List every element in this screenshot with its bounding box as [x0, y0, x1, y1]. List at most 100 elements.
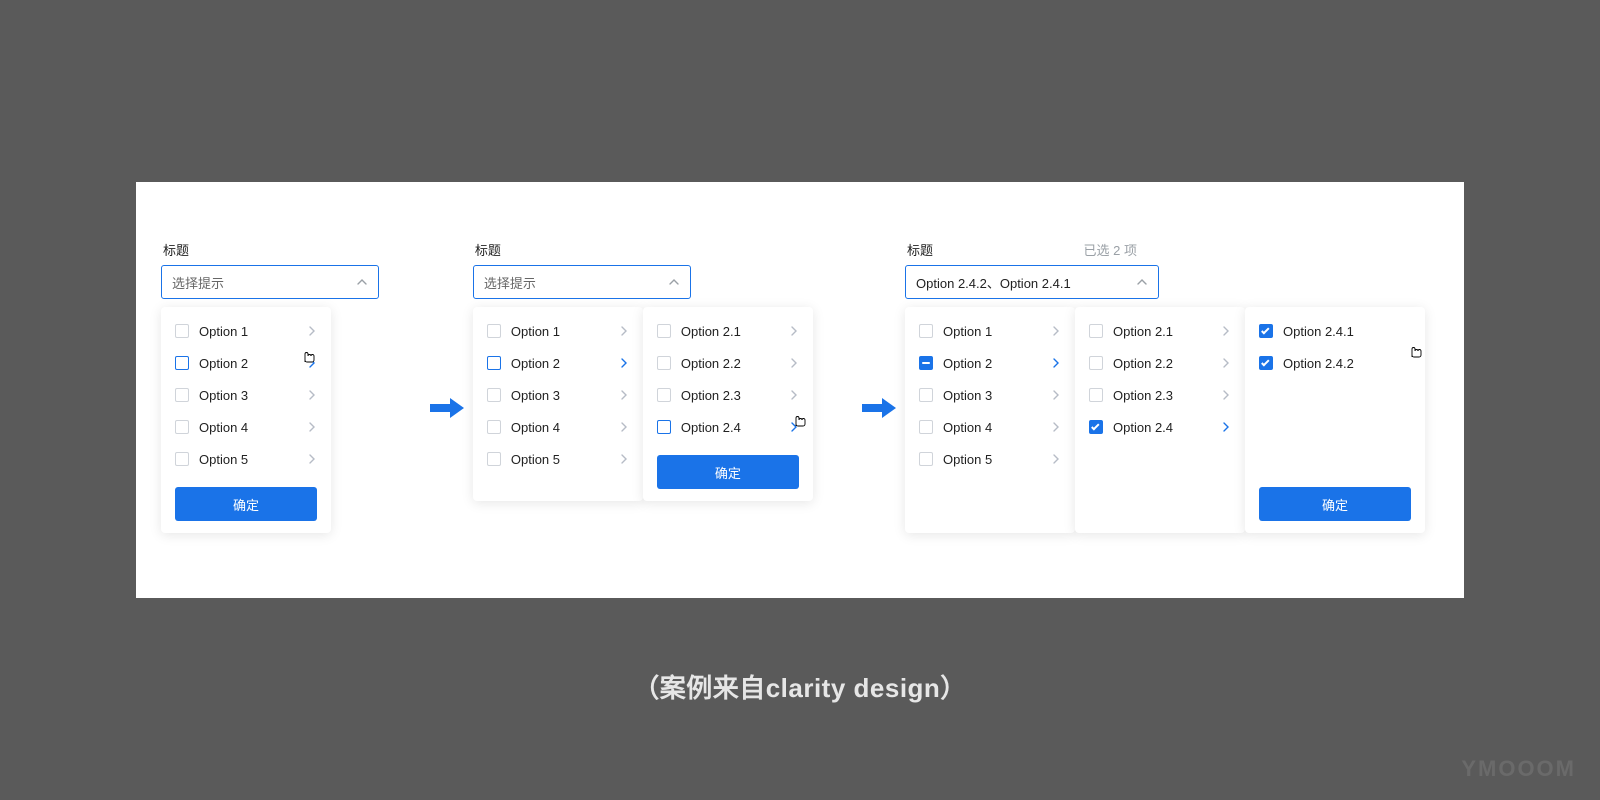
checkbox-checked-icon[interactable]	[1089, 420, 1103, 434]
option-label: Option 5	[943, 452, 1049, 467]
cascader-option[interactable]: Option 4	[905, 411, 1075, 443]
checkbox-icon[interactable]	[175, 452, 189, 466]
checkbox-icon[interactable]	[657, 356, 671, 370]
cascader-stage-2: 标题 选择提示 Option 1 Option 2 Option 3 Optio…	[473, 240, 853, 501]
chevron-right-icon	[305, 388, 319, 402]
chevron-right-icon	[1219, 324, 1233, 338]
checkbox-checked-icon[interactable]	[1259, 324, 1273, 338]
chevron-up-icon	[668, 276, 680, 288]
option-label: Option 1	[199, 324, 305, 339]
chevron-right-icon	[787, 356, 801, 370]
chevron-right-icon	[617, 452, 631, 466]
checkbox-icon[interactable]	[1089, 324, 1103, 338]
checkbox-icon[interactable]	[487, 420, 501, 434]
cascader-option[interactable]: Option 2	[905, 347, 1075, 379]
chevron-right-icon	[1049, 388, 1063, 402]
cascader-panel-3: Option 2.4.1 Option 2.4.2 确定	[1245, 307, 1425, 533]
watermark-text: YMOOOM	[1461, 756, 1576, 782]
checkbox-icon[interactable]	[487, 452, 501, 466]
checkbox-icon[interactable]	[175, 388, 189, 402]
option-label: Option 5	[199, 452, 305, 467]
cascader-selected-value: Option 2.4.2、Option 2.4.1	[916, 273, 1071, 292]
checkbox-icon[interactable]	[487, 388, 501, 402]
checkbox-indeterminate-icon[interactable]	[919, 356, 933, 370]
option-label: Option 2.1	[1113, 324, 1219, 339]
cascader-option[interactable]: Option 3	[161, 379, 331, 411]
checkbox-icon[interactable]	[175, 324, 189, 338]
option-label: Option 4	[199, 420, 305, 435]
cascader-option[interactable]: Option 2.3	[1075, 379, 1245, 411]
cascader-option[interactable]: Option 2.4.1	[1245, 315, 1425, 347]
checkbox-icon[interactable]	[487, 356, 501, 370]
option-label: Option 3	[943, 388, 1049, 403]
option-label: Option 3	[199, 388, 305, 403]
confirm-button[interactable]: 确定	[1259, 487, 1411, 521]
checkbox-checked-icon[interactable]	[1259, 356, 1273, 370]
cascader-option[interactable]: Option 1	[473, 315, 643, 347]
option-label: Option 2	[511, 356, 617, 371]
cascader-stage-3: 标题 已选 2 项 Option 2.4.2、Option 2.4.1 Opti…	[905, 240, 1444, 533]
cascader-option[interactable]: Option 3	[473, 379, 643, 411]
option-label: Option 3	[511, 388, 617, 403]
checkbox-icon[interactable]	[657, 420, 671, 434]
cascader-input[interactable]: 选择提示	[473, 265, 691, 299]
cascader-stage-1: 标题 选择提示 Option 1 Option 2	[161, 240, 421, 533]
cascader-option[interactable]: Option 1	[905, 315, 1075, 347]
chevron-right-icon	[1049, 356, 1063, 370]
chevron-right-icon	[1219, 388, 1233, 402]
cascader-panel-2: Option 2.1 Option 2.2 Option 2.3 Option …	[643, 307, 813, 501]
option-label: Option 4	[511, 420, 617, 435]
cascader-option[interactable]: Option 2.1	[643, 315, 813, 347]
chevron-right-icon	[305, 420, 319, 434]
cascader-option[interactable]: Option 1	[161, 315, 331, 347]
cascader-option[interactable]: Option 3	[905, 379, 1075, 411]
cascader-option[interactable]: Option 4	[473, 411, 643, 443]
checkbox-icon[interactable]	[487, 324, 501, 338]
confirm-label: 确定	[1322, 495, 1348, 514]
cascader-option[interactable]: Option 2.1	[1075, 315, 1245, 347]
cascader-option[interactable]: Option 2.3	[643, 379, 813, 411]
cascader-option[interactable]: Option 5	[161, 443, 331, 475]
cascader-option[interactable]: Option 5	[905, 443, 1075, 475]
cascader-option[interactable]: Option 2.4	[643, 411, 813, 443]
option-label: Option 2.4	[1113, 420, 1219, 435]
chevron-right-icon	[1049, 452, 1063, 466]
cascader-option[interactable]: Option 2.4.2	[1245, 347, 1425, 379]
checkbox-icon[interactable]	[919, 420, 933, 434]
cascader-option[interactable]: Option 2.2	[1075, 347, 1245, 379]
chevron-right-icon	[617, 420, 631, 434]
checkbox-icon[interactable]	[1089, 388, 1103, 402]
chevron-right-icon	[787, 324, 801, 338]
chevron-right-icon	[305, 324, 319, 338]
cascader-option[interactable]: Option 5	[473, 443, 643, 475]
cascader-placeholder: 选择提示	[172, 273, 224, 292]
chevron-right-icon	[305, 452, 319, 466]
checkbox-icon[interactable]	[657, 388, 671, 402]
caption-text: （案例来自clarity design）	[0, 668, 1600, 705]
chevron-right-icon	[787, 420, 801, 434]
cascader-option[interactable]: Option 2	[473, 347, 643, 379]
option-label: Option 2.2	[681, 356, 787, 371]
checkbox-icon[interactable]	[657, 324, 671, 338]
cascader-option[interactable]: Option 4	[161, 411, 331, 443]
checkbox-icon[interactable]	[175, 420, 189, 434]
cascader-option[interactable]: Option 2.4	[1075, 411, 1245, 443]
cascader-option[interactable]: Option 2	[161, 347, 331, 379]
confirm-button[interactable]: 确定	[657, 455, 799, 489]
checkbox-icon[interactable]	[1089, 356, 1103, 370]
option-label: Option 2.3	[681, 388, 787, 403]
checkbox-icon[interactable]	[175, 356, 189, 370]
cascader-input[interactable]: Option 2.4.2、Option 2.4.1	[905, 265, 1159, 299]
checkbox-icon[interactable]	[919, 452, 933, 466]
option-label: Option 2	[199, 356, 305, 371]
checkbox-icon[interactable]	[919, 388, 933, 402]
demo-canvas: 标题 选择提示 Option 1 Option 2	[136, 182, 1464, 598]
confirm-button[interactable]: 确定	[175, 487, 317, 521]
cascader-panel-1: Option 1 Option 2 Option 3 Option 4 Opti…	[473, 307, 643, 501]
cascader-panel-1: Option 1 Option 2 Option 3 Option 4	[161, 307, 331, 533]
checkbox-icon[interactable]	[919, 324, 933, 338]
cascader-input[interactable]: 选择提示	[161, 265, 379, 299]
cascader-option[interactable]: Option 2.2	[643, 347, 813, 379]
cascader-panel-1: Option 1 Option 2 Option 3 Option 4 Opti…	[905, 307, 1075, 533]
option-label: Option 2.3	[1113, 388, 1219, 403]
